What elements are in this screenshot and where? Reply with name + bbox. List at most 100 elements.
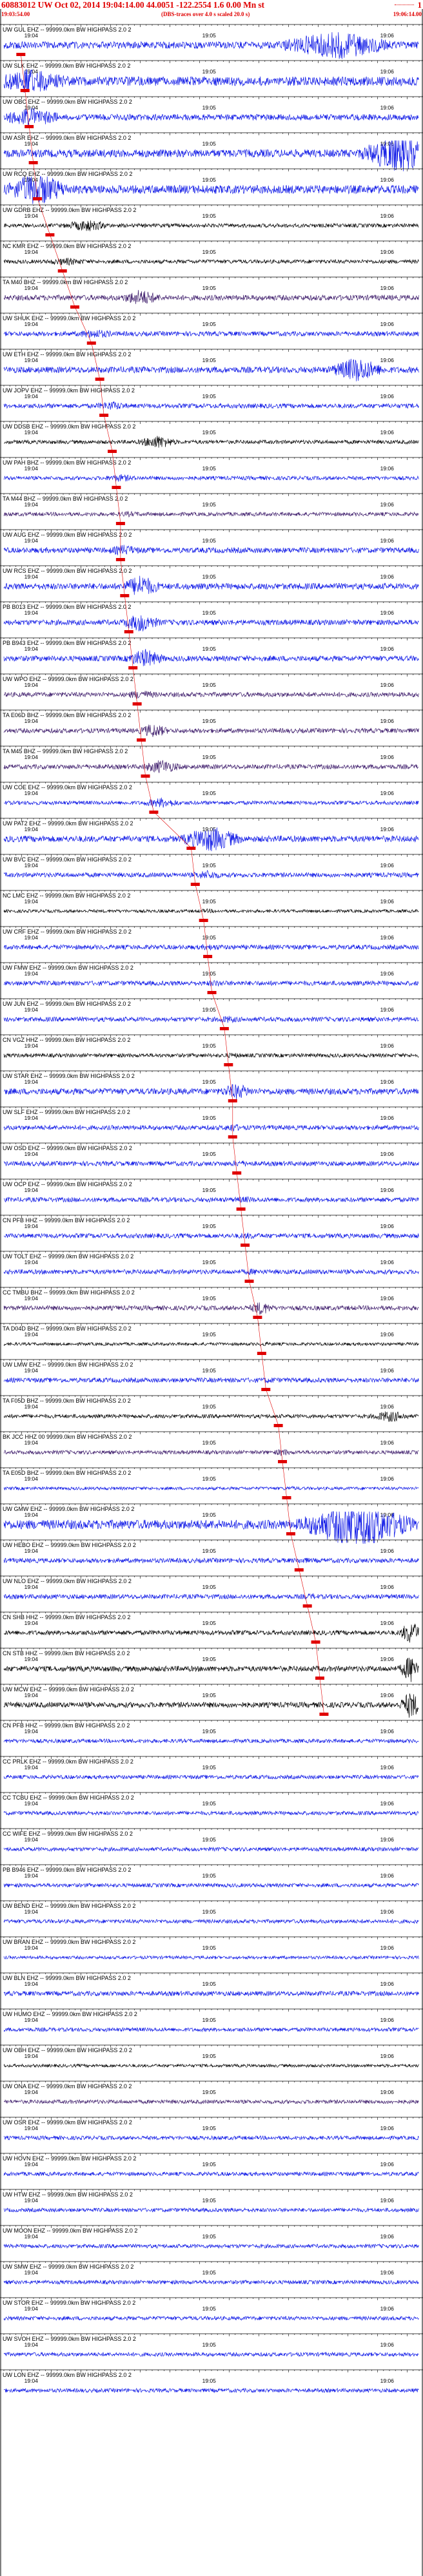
trace-row: UW BLN EHZ -- 99999.0km BW HIGHPASS 2.0 … xyxy=(0,1972,423,1997)
tick-label: 19:04 xyxy=(25,862,39,869)
trace-row: TA E06D BHZ -- 99999.0km BW HIGHPASS 2.0… xyxy=(0,709,423,742)
trace-row: UW NLO EHZ -- 99999.0km BW HIGHPASS 2.0 … xyxy=(0,1575,423,1608)
tick-label: 19:05 xyxy=(202,321,217,327)
trace-row: UW PAT2 EHZ -- 99999.0km BW HIGHPASS 2.0… xyxy=(0,818,423,852)
tick-label: 19:04 xyxy=(25,1584,39,1590)
trace-row: UW CRF EHZ -- 99999.0km BW HIGHPASS 2.0 … xyxy=(0,926,423,958)
tick-label: 19:04 xyxy=(25,1836,39,1843)
tick-label: 19:05 xyxy=(202,1439,217,1446)
station-label: UW GDRB EHZ -- 99999.0km BW HIGHPASS 2.0… xyxy=(3,207,136,213)
tick-label: 19:04 xyxy=(25,1439,39,1446)
station-label: UW STAR EHZ -- 99999.0km BW HIGHPASS 2.0… xyxy=(3,1073,135,1079)
tick-label: 19:04 xyxy=(25,2089,39,2095)
tick-label: 19:04 xyxy=(25,429,39,436)
tick-label: 19:06 xyxy=(380,610,395,616)
station-label: UW MCW EHZ -- 99999.0km BW HIGHPASS 2.0 … xyxy=(3,1686,134,1693)
tick-label: 19:06 xyxy=(380,32,395,39)
tick-label: 19:06 xyxy=(380,1836,395,1843)
trace-row: UW JUN EHZ -- 99999.0km BW HIGHPASS 2.0 … xyxy=(0,998,423,1030)
tick-label: 19:04 xyxy=(25,2125,39,2131)
trace-row: UW STAR EHZ -- 99999.0km BW HIGHPASS 2.0… xyxy=(0,1070,423,1102)
trace-row: UW HTW EHZ -- 99999.0km BW HIGHPASS 2.0 … xyxy=(0,2189,423,2213)
tick-label: 19:05 xyxy=(202,68,217,75)
tick-label: 19:05 xyxy=(202,1043,217,1049)
waveform-trace xyxy=(3,1233,419,1240)
station-label: UW TOLT EHZ -- 99999.0km BW HIGHPASS 2.0… xyxy=(3,1253,133,1260)
tick-label: 19:06 xyxy=(380,1728,395,1735)
station-label: NC LMC EHZ -- 99999.0km BW HIGHPASS 2.0 … xyxy=(3,892,130,899)
tick-label: 19:05 xyxy=(202,249,217,255)
tick-label: 19:05 xyxy=(202,1151,217,1157)
waveform-trace xyxy=(3,615,419,632)
tick-label: 19:05 xyxy=(202,1908,217,1915)
tick-label: 19:06 xyxy=(380,1800,395,1807)
tick-label: 19:05 xyxy=(202,357,217,363)
waveform-trace xyxy=(3,2063,419,2068)
tick-label: 19:06 xyxy=(380,1295,395,1302)
tick-label: 19:06 xyxy=(380,1981,395,1987)
tick-label: 19:05 xyxy=(202,140,217,147)
trace-row: UW SLF EHZ -- 99999.0km BW HIGHPASS 2.0 … xyxy=(0,1106,423,1139)
tick-label: 19:04 xyxy=(25,1512,39,1518)
tick-label: 19:05 xyxy=(202,934,217,941)
waveform-trace xyxy=(3,1124,419,1131)
tick-label: 19:04 xyxy=(25,357,39,363)
tick-label: 19:05 xyxy=(202,429,217,436)
tick-label: 19:04 xyxy=(25,1620,39,1626)
station-label: UW NLO EHZ -- 99999.0km BW HIGHPASS 2.0 … xyxy=(3,1578,132,1584)
seismogram-page: 60883012 UW Oct 02, 2014 19:04:14.00 44.… xyxy=(0,0,423,2576)
trace-row: UW OCP EHZ -- 99999.0km BW HIGHPASS 2.0 … xyxy=(0,1178,423,1211)
trace-row: PB B946 EHZ -- 99999.0km BW HIGHPASS 2.0… xyxy=(0,1864,423,1889)
waveform-trace xyxy=(3,944,419,950)
tick-label: 19:04 xyxy=(25,393,39,399)
tick-label: 19:06 xyxy=(380,2233,395,2240)
tick-label: 19:04 xyxy=(25,610,39,616)
tick-label: 19:05 xyxy=(202,1295,217,1302)
tick-label: 19:04 xyxy=(25,213,39,219)
tick-label: 19:04 xyxy=(25,321,39,327)
trace-row: UW SHUK EHZ -- 99999.0km BW HIGHPASS 2.0… xyxy=(0,312,423,345)
tick-label: 19:06 xyxy=(380,1692,395,1698)
waveform-trace xyxy=(3,724,419,737)
tick-label: 19:04 xyxy=(25,1548,39,1554)
tick-label: 19:06 xyxy=(380,934,395,941)
tick-label: 19:06 xyxy=(380,1439,395,1446)
tick-label: 19:05 xyxy=(202,2017,217,2023)
station-label: UW HUMO EHZ -- 99999.0km BW HIGHPASS 2.0… xyxy=(3,2011,137,2017)
station-label: TA F05D BHZ -- 99999.0km BW HIGHPASS 2.0… xyxy=(3,1398,131,1404)
tick-label: 19:05 xyxy=(202,1656,217,1662)
tick-label: 19:04 xyxy=(25,1656,39,1662)
tick-label: 19:05 xyxy=(202,718,217,724)
waveform-trace xyxy=(3,1411,419,1423)
tick-label: 19:04 xyxy=(25,1295,39,1302)
waveform-trace xyxy=(3,1593,419,1600)
waveform-trace xyxy=(3,1269,419,1276)
trace-row: TA M44 BHZ -- 99999.0km BW HIGHPASS 2.0 … xyxy=(0,493,423,525)
tick-label: 19:04 xyxy=(25,1367,39,1374)
tick-label: 19:06 xyxy=(380,2197,395,2204)
station-label: NC KMR EHZ -- 99999.0km BW HIGHPASS 2.0 … xyxy=(3,243,131,249)
tick-label: 19:06 xyxy=(380,1656,395,1662)
tick-label: 19:05 xyxy=(202,1006,217,1013)
station-label: PB B013 EHZ -- 99999.0km BW HIGHPASS 2.0… xyxy=(3,604,131,610)
tick-label: 19:05 xyxy=(202,1079,217,1085)
trace-row: UW BRAN EHZ -- 99999.0km BW HIGHPASS 2.0… xyxy=(0,1936,423,1960)
trace-row: UW HEBO EHZ -- 99999.0km BW HIGHPASS 2.0… xyxy=(0,1539,423,1572)
waveform-trace xyxy=(3,1990,419,1997)
trace-row: PB B013 EHZ -- 99999.0km BW HIGHPASS 2.0… xyxy=(0,601,423,633)
waveform-trace xyxy=(3,869,419,879)
trace-row: UW JOPV EHZ -- 99999.0km BW HIGHPASS 2.0… xyxy=(0,385,423,417)
tick-label: 19:06 xyxy=(380,1151,395,1157)
tick-label: 19:05 xyxy=(202,862,217,869)
trace-row: UW COE EHZ -- 99999.0km BW HIGHPASS 2.0 … xyxy=(0,782,423,814)
tick-label: 19:06 xyxy=(380,718,395,724)
tick-label: 19:05 xyxy=(202,501,217,508)
station-label: UW JUN EHZ -- 99999.0km BW HIGHPASS 2.0 … xyxy=(3,1001,131,1007)
station-label: UW BEND EHZ -- 99999.0km BW HIGHPASS 2.0… xyxy=(3,1903,135,1909)
waveform-trace xyxy=(3,2207,419,2213)
tick-label: 19:04 xyxy=(25,2053,39,2059)
tick-label: 19:04 xyxy=(25,2017,39,2023)
tick-label: 19:04 xyxy=(25,646,39,652)
station-label: UW OSR EHZ -- 99999.0km BW HIGHPASS 2.0 … xyxy=(3,2119,132,2126)
tick-label: 19:06 xyxy=(380,1259,395,1265)
